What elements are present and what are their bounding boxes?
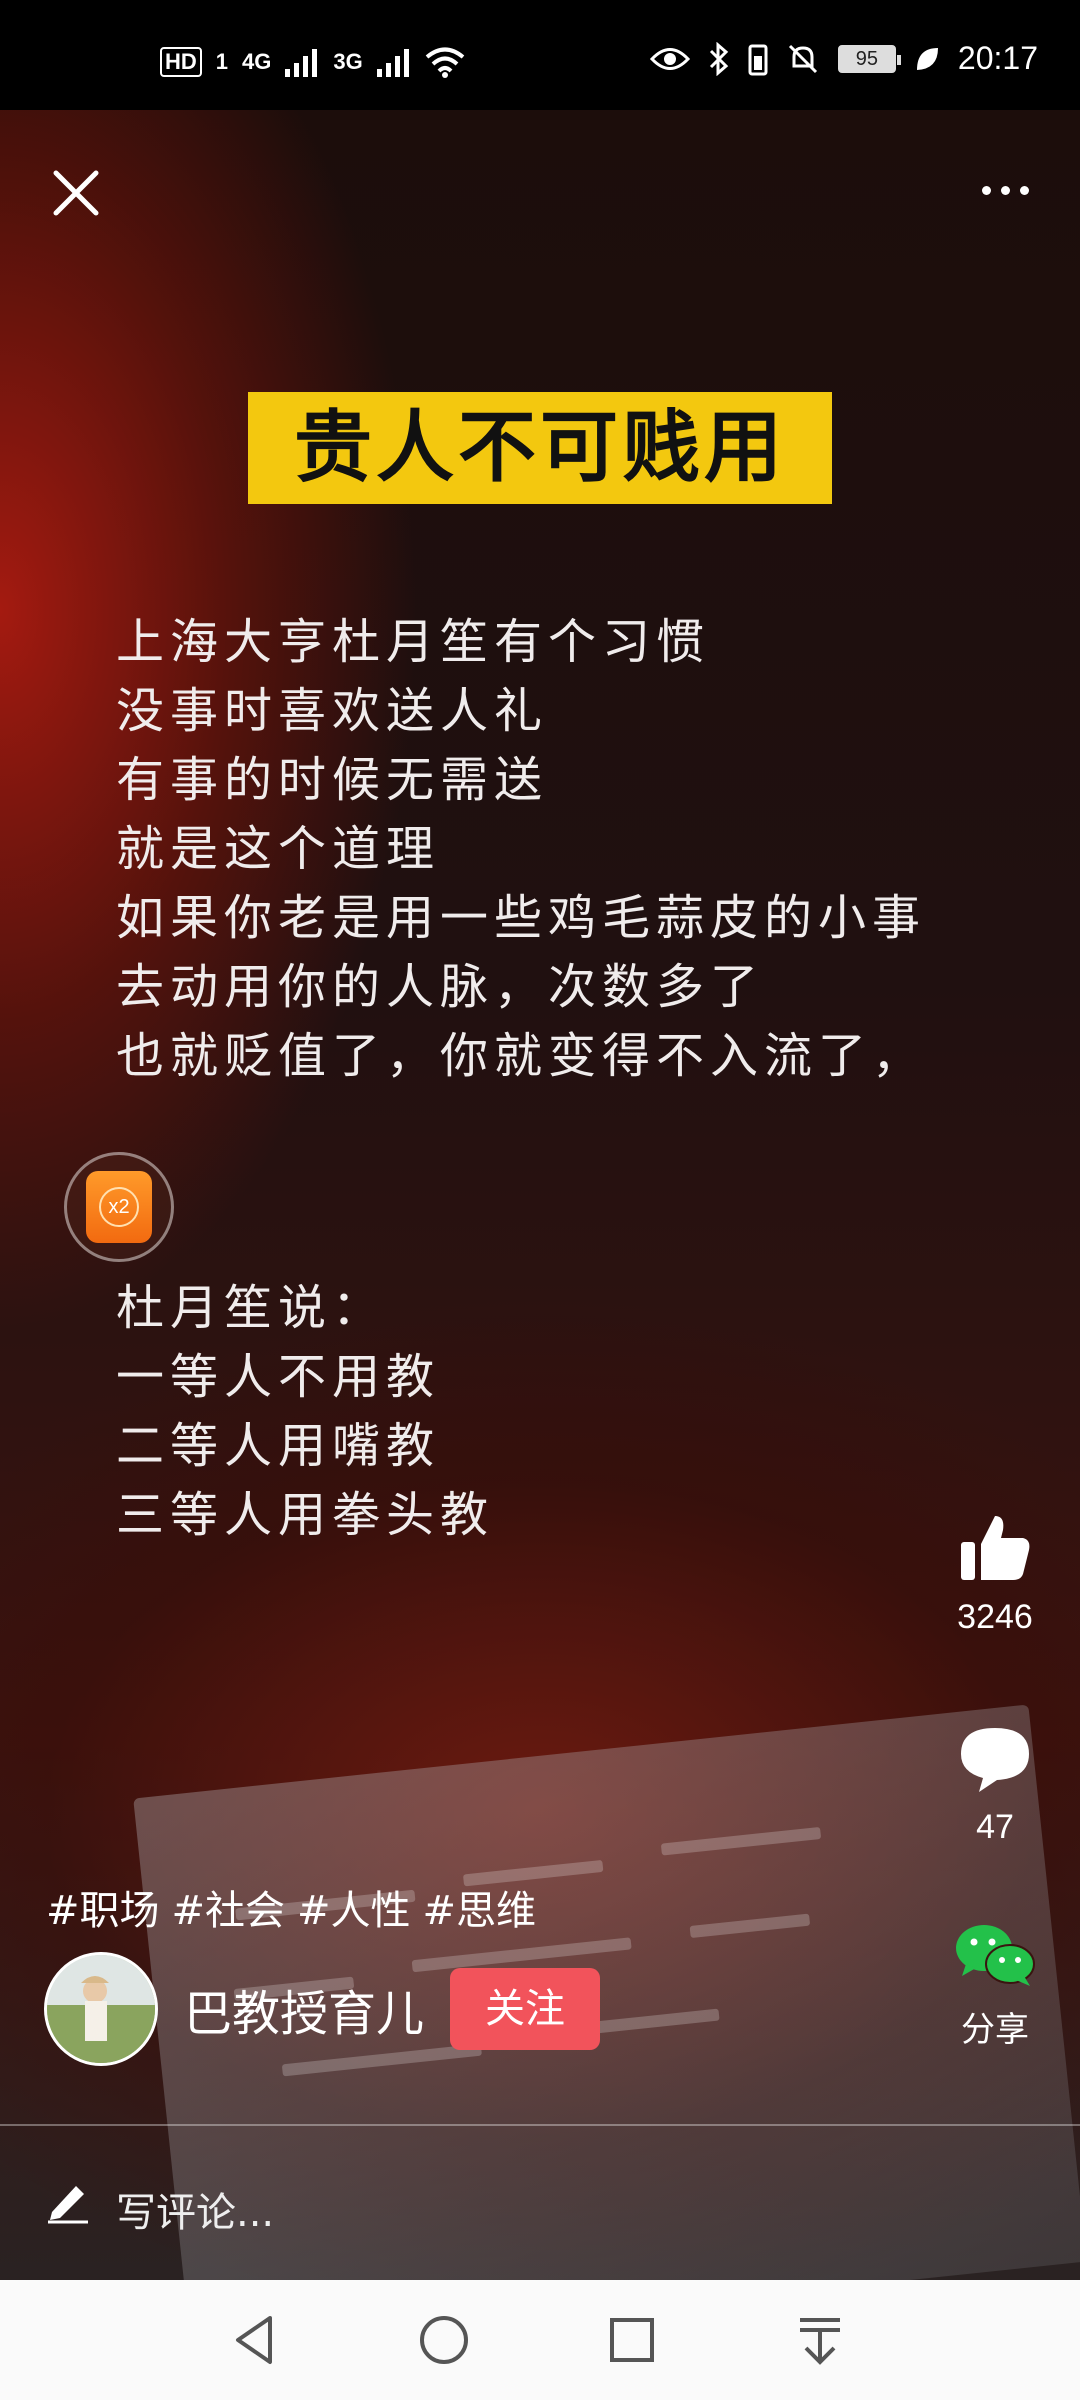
- hashtag[interactable]: #职场: [46, 1878, 160, 1936]
- author-row: 巴教授育儿 关注: [44, 1952, 601, 2066]
- reward-badge[interactable]: x2: [64, 1152, 174, 1262]
- video-text-block-2: 杜月笙说： 一等人不用教 二等人用嘴教 三等人用拳头教: [116, 1274, 494, 1550]
- pencil-icon: [48, 2186, 88, 2224]
- network-3g-label: 3G: [333, 49, 363, 74]
- bluetooth-icon: [709, 41, 729, 76]
- hd-indicator: HD: [160, 47, 202, 77]
- comment-bubble-icon: [961, 1728, 1029, 1792]
- text-line: 二等人用嘴教: [116, 1418, 441, 1474]
- hashtag[interactable]: #社会: [172, 1878, 286, 1936]
- signal-icon: [376, 49, 409, 77]
- notification-pull-icon[interactable]: [790, 2310, 850, 2370]
- share-button[interactable]: 分享: [940, 1920, 1050, 2051]
- network-4g-label: 4G: [242, 49, 272, 74]
- text-line: 有事的时候无需送: [116, 752, 549, 808]
- comment-input[interactable]: 写评论...: [0, 2126, 1080, 2280]
- text-line: 上海大亨杜月笙有个习惯: [116, 614, 711, 670]
- comment-count: 47: [976, 1808, 1014, 1846]
- comment-placeholder: 写评论...: [116, 2190, 275, 2236]
- mute-bell-icon: [788, 44, 817, 73]
- text-line: 如果你老是用一些鸡毛蒜皮的小事: [116, 890, 927, 946]
- comment-button[interactable]: 47: [940, 1720, 1050, 1847]
- battery-indicator: 95: [837, 44, 901, 73]
- text-line: 一等人不用教: [116, 1349, 441, 1405]
- video-text-block-1: 上海大亨杜月笙有个习惯 没事时喜欢送人礼 有事的时候无需送 就是这个道理 如果你…: [116, 608, 926, 1091]
- wifi-icon: [425, 47, 465, 78]
- video-player[interactable]: 贵人不可贱用 上海大亨杜月笙有个习惯 没事时喜欢送人礼 有事的时候无需送 就是这…: [0, 110, 1080, 2280]
- vibrate-battery-icon: [748, 44, 768, 75]
- like-count: 3246: [957, 1598, 1033, 1636]
- sim-indicator: 1: [215, 49, 229, 74]
- red-envelope-icon: x2: [86, 1171, 152, 1243]
- thumbs-up-icon: [961, 1516, 1030, 1580]
- hashtag-list: #职场 #社会 #人性 #思维: [46, 1878, 536, 1936]
- badge-multiplier: x2: [99, 1187, 139, 1227]
- system-nav-bar: [0, 2280, 1080, 2400]
- close-icon[interactable]: [48, 165, 104, 221]
- eye-icon: [649, 47, 690, 70]
- hashtag[interactable]: #人性: [297, 1878, 411, 1936]
- text-line: 去动用你的人脉，次数多了: [116, 959, 765, 1015]
- text-line: 就是这个道理: [116, 821, 441, 877]
- more-options-icon[interactable]: [970, 175, 1040, 205]
- text-line: 没事时喜欢送人礼: [116, 683, 549, 739]
- like-button[interactable]: 3246: [940, 1510, 1050, 1637]
- video-headline: 贵人不可贱用: [248, 392, 832, 504]
- clock: 20:17: [957, 40, 1038, 76]
- hashtag[interactable]: #思维: [423, 1878, 537, 1936]
- text-line: 杜月笙说：: [116, 1280, 387, 1336]
- recents-icon[interactable]: [602, 2310, 662, 2370]
- avatar[interactable]: [44, 1952, 158, 2066]
- follow-button[interactable]: 关注: [450, 1968, 601, 2050]
- signal-icon: [285, 49, 318, 77]
- back-icon[interactable]: [226, 2310, 286, 2370]
- status-bar: HD 1 4G 3G 95 20:17: [0, 0, 1080, 110]
- text-line: 三等人用拳头教: [116, 1487, 495, 1543]
- home-icon[interactable]: [414, 2310, 474, 2370]
- leaf-icon: [916, 47, 938, 70]
- wechat-icon: [956, 1925, 1035, 1986]
- text-line: 也就贬值了，你就变得不入流了，: [116, 1028, 927, 1084]
- avatar-image: [47, 1955, 155, 2063]
- author-name[interactable]: 巴教授育儿: [184, 1974, 424, 2044]
- share-label: 分享: [961, 2011, 1029, 2049]
